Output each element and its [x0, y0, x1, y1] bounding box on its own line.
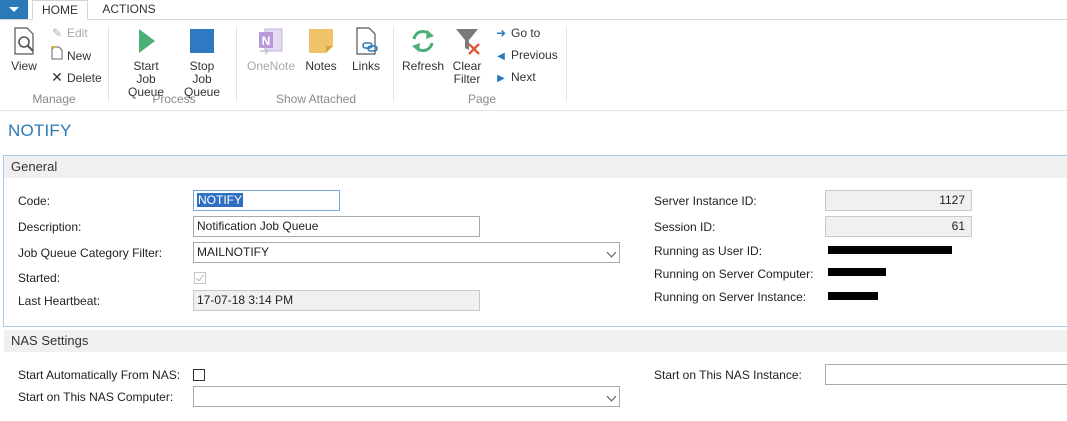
play-icon — [139, 29, 155, 53]
link-icon — [356, 27, 378, 55]
auto-start-label: Start Automatically From NAS: — [18, 368, 181, 382]
code-field[interactable]: NOTIFY — [193, 190, 340, 211]
onenote-label: OneNote — [246, 59, 296, 73]
running-computer-label: Running on Server Computer: — [654, 267, 814, 281]
nas-instance-label: Start on This NAS Instance: — [654, 368, 802, 382]
server-instance-id-field: 1127 — [825, 190, 972, 211]
clear-filter-button[interactable]: Clear Filter — [448, 26, 486, 86]
ribbon: View ✎ Edit New ✕ Delete Manage Start Job … — [0, 20, 1067, 111]
refresh-button[interactable]: Refresh — [400, 26, 446, 73]
stop-icon — [190, 29, 214, 53]
onenote-button[interactable]: N OneNote — [244, 26, 298, 73]
general-section-title: General — [11, 159, 58, 174]
redacted-value — [828, 268, 886, 276]
notes-label: Notes — [305, 59, 337, 73]
tab-home[interactable]: HOME — [32, 0, 88, 21]
page-group-label: Page — [467, 92, 497, 106]
chevron-down-icon — [606, 247, 617, 258]
new-label: New — [67, 49, 92, 63]
last-heartbeat-field: 17-07-18 3:14 PM — [193, 290, 480, 311]
category-filter-value: MAILNOTIFY — [197, 245, 270, 259]
delete-label: Delete — [67, 71, 102, 85]
svg-text:N: N — [262, 34, 271, 48]
page-title: NOTIFY — [8, 121, 72, 140]
edit-button[interactable]: ✎ Edit — [50, 24, 88, 42]
group-divider — [393, 26, 394, 102]
delete-button[interactable]: ✕ Delete — [50, 68, 102, 86]
onenote-icon: N — [259, 28, 283, 55]
stop-job-queue-button[interactable]: Stop Job Queue — [174, 26, 230, 99]
nas-computer-label: Start on This NAS Computer: — [18, 390, 174, 404]
nas-section-header[interactable]: NAS Settings — [4, 330, 1067, 352]
view-button[interactable]: View — [6, 26, 42, 73]
app-menu-button[interactable] — [0, 0, 28, 19]
refresh-label: Refresh — [401, 59, 445, 73]
ribbon-tab-bar: HOME ACTIONS — [0, 0, 1067, 21]
notes-icon — [309, 29, 333, 53]
session-id-label: Session ID: — [654, 220, 716, 234]
links-button[interactable]: Links — [346, 26, 386, 73]
started-label: Started: — [18, 271, 61, 285]
view-icon — [14, 27, 34, 55]
chevron-down-icon — [606, 391, 617, 402]
go-to-button[interactable]: ➜ Go to — [494, 24, 540, 42]
next-arrow-icon: ▶ — [497, 73, 505, 84]
show-attached-group-label: Show Attached — [275, 92, 357, 106]
category-filter-label: Job Queue Category Filter: — [18, 246, 163, 260]
previous-arrow-icon: ◀ — [497, 51, 505, 62]
description-label: Description: — [18, 220, 82, 234]
code-value: NOTIFY — [197, 193, 243, 207]
new-button[interactable]: New — [50, 46, 91, 64]
running-user-label: Running as User ID: — [654, 244, 763, 258]
go-to-arrow-icon: ➜ — [495, 26, 507, 40]
group-divider — [108, 26, 109, 102]
view-label: View — [11, 59, 37, 73]
manage-group-label: Manage — [32, 92, 76, 106]
next-button[interactable]: ▶ Next — [494, 68, 536, 86]
auto-start-checkbox[interactable] — [193, 369, 205, 381]
general-section-header[interactable]: General — [4, 156, 1067, 178]
nas-computer-dropdown[interactable] — [193, 386, 620, 407]
previous-label: Previous — [511, 48, 558, 62]
go-to-label: Go to — [511, 26, 541, 40]
edit-label: Edit — [67, 26, 88, 40]
new-document-icon — [50, 46, 64, 65]
previous-button[interactable]: ◀ Previous — [494, 46, 558, 64]
server-instance-id-label: Server Instance ID: — [654, 194, 757, 208]
pencil-icon: ✎ — [51, 26, 63, 40]
delete-x-icon: ✕ — [51, 69, 63, 85]
category-filter-dropdown[interactable]: MAILNOTIFY — [193, 242, 620, 263]
tab-actions[interactable]: ACTIONS — [95, 0, 163, 19]
links-label: Links — [351, 59, 380, 73]
nas-section-title: NAS Settings — [11, 333, 89, 348]
started-checkbox — [194, 272, 206, 284]
notes-button[interactable]: Notes — [302, 26, 340, 73]
group-divider — [566, 26, 567, 102]
last-heartbeat-label: Last Heartbeat: — [18, 294, 101, 308]
running-instance-label: Running on Server Instance: — [654, 290, 807, 304]
description-field[interactable]: Notification Job Queue — [193, 216, 480, 237]
nas-instance-field[interactable] — [825, 364, 1067, 385]
session-id-field: 61 — [825, 216, 972, 237]
start-job-queue-button[interactable]: Start Job Queue — [118, 26, 174, 99]
general-fasttab-frame — [3, 155, 1067, 327]
group-divider — [236, 26, 237, 102]
next-label: Next — [511, 70, 536, 84]
process-group-label: Process — [152, 92, 196, 106]
refresh-icon — [412, 30, 434, 52]
clear-filter-label: Clear Filter — [452, 59, 482, 86]
redacted-value — [828, 246, 952, 254]
code-label: Code: — [18, 194, 51, 208]
clear-filter-icon — [456, 29, 480, 55]
redacted-value — [828, 292, 878, 300]
